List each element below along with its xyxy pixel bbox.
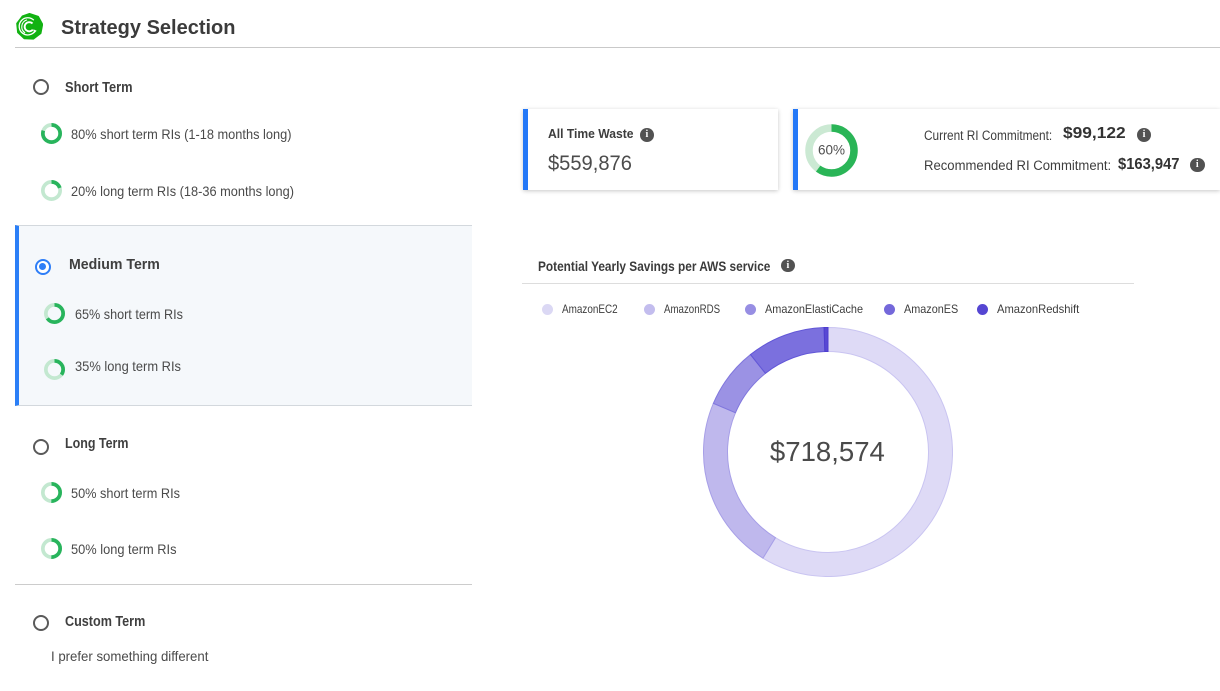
svg-text:60%: 60% [818, 142, 845, 157]
